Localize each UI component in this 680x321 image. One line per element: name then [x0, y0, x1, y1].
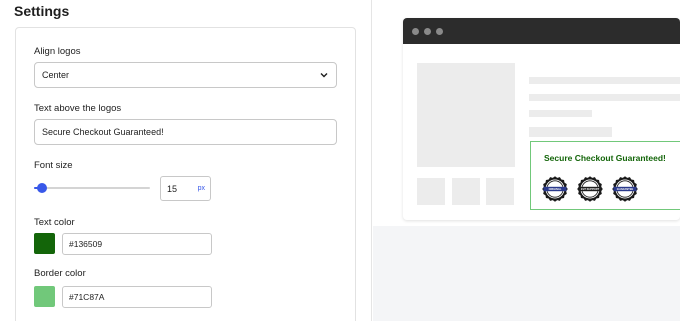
thumbnail-placeholder [452, 178, 480, 205]
slider-track [34, 187, 150, 189]
border-color-swatch[interactable] [34, 286, 55, 307]
page-title: Settings [14, 3, 70, 19]
text-color-label: Text color [34, 217, 75, 228]
text-line-placeholder [529, 110, 592, 117]
thumbnail-placeholder [417, 178, 445, 205]
text-color-value: #136509 [69, 239, 103, 249]
thumbnail-placeholder [486, 178, 514, 205]
text-color-input[interactable]: #136509 [62, 233, 212, 255]
text-above-logos-label: Text above the logos [34, 103, 122, 114]
button-placeholder [529, 127, 612, 137]
trust-badge-title: Secure Checkout Guaranteed! [544, 153, 666, 163]
font-size-slider[interactable] [34, 181, 150, 195]
chevron-down-icon [320, 73, 328, 78]
font-size-label: Font size [34, 160, 73, 171]
text-above-logos-input[interactable]: Secure Checkout Guaranteed! [34, 119, 337, 145]
text-line-placeholder [529, 94, 680, 101]
text-color-swatch[interactable] [34, 233, 55, 254]
window-dot-icon [436, 28, 443, 35]
border-color-value: #71C87A [69, 292, 105, 302]
browser-title-bar [403, 18, 680, 44]
font-size-input[interactable]: 15 px [160, 176, 211, 201]
settings-panel: Settings Align logos Center Text above t… [0, 0, 372, 321]
svg-text:ORIGINAL: ORIGINAL [549, 187, 562, 191]
align-logos-select[interactable]: Center [34, 62, 337, 88]
align-logos-value: Center [42, 70, 70, 80]
image-placeholder [417, 63, 515, 167]
font-size-unit: px [197, 185, 205, 192]
svg-text:GUARANTEE: GUARANTEE [617, 187, 634, 191]
window-dot-icon [412, 28, 419, 35]
original-seal-icon: ORIGINAL [542, 176, 568, 202]
border-color-input[interactable]: #71C87A [62, 286, 212, 308]
text-line-placeholder [529, 77, 680, 84]
text-above-logos-value: Secure Checkout Guaranteed! [42, 127, 164, 137]
svg-text:24/7 SUPPORT: 24/7 SUPPORT [581, 187, 600, 191]
slider-thumb[interactable] [37, 183, 48, 193]
align-logos-label: Align logos [34, 46, 81, 57]
24-7-support-seal-icon: 24/7 SUPPORT [577, 176, 603, 202]
guarantee-seal-icon: GUARANTEE [612, 176, 638, 202]
font-size-value: 15 [167, 183, 178, 194]
trust-badge-preview: Secure Checkout Guaranteed! ORIGINAL 24/7… [530, 141, 680, 210]
window-dot-icon [424, 28, 431, 35]
border-color-label: Border color [34, 268, 86, 279]
